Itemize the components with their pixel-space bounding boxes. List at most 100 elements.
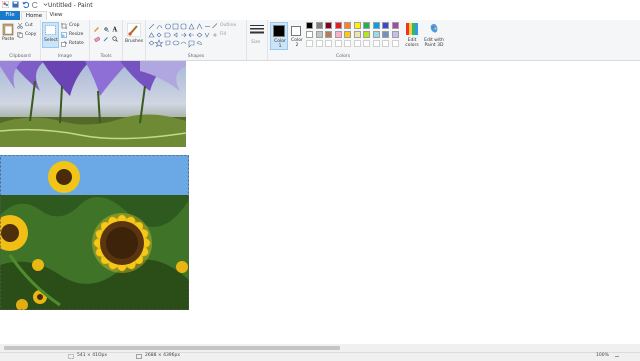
palette-swatch[interactable] xyxy=(382,31,389,38)
color-picker-icon[interactable] xyxy=(103,36,109,42)
color2-swatch xyxy=(291,26,301,36)
color1-button[interactable]: Color 1 xyxy=(270,22,288,50)
sunflower-image[interactable] xyxy=(0,155,189,310)
empty-palette-swatch[interactable] xyxy=(315,40,323,47)
empty-palette-swatch[interactable] xyxy=(334,40,342,47)
edit-colors-label: Edit colors xyxy=(405,38,419,48)
iris-flower-image[interactable] xyxy=(0,61,186,147)
palette-swatch[interactable] xyxy=(353,31,361,38)
palette-swatch[interactable] xyxy=(363,31,370,38)
tools-group-label: Tools xyxy=(100,54,112,59)
copy-label: Copy xyxy=(25,32,37,37)
scrollbar-thumb[interactable] xyxy=(4,346,340,350)
palette-swatch[interactable] xyxy=(372,22,380,29)
select-button[interactable]: Select xyxy=(42,22,59,48)
palette-swatch[interactable] xyxy=(382,22,389,29)
horizontal-scrollbar[interactable] xyxy=(0,344,640,352)
palette-swatch[interactable] xyxy=(325,31,332,38)
empty-palette-swatch[interactable] xyxy=(306,40,313,47)
image-size-icon xyxy=(136,354,142,359)
pencil-icon[interactable] xyxy=(94,26,100,32)
save-icon[interactable] xyxy=(12,1,19,8)
quick-access-toolbar xyxy=(2,1,49,8)
color1-label: Color 1 xyxy=(274,39,286,49)
size-button[interactable]: Size xyxy=(249,23,265,47)
color1-swatch xyxy=(273,25,285,37)
palette-swatch[interactable] xyxy=(306,22,313,29)
edit-colors-button[interactable]: Edit colors xyxy=(403,22,421,52)
empty-palette-swatch[interactable] xyxy=(325,40,332,47)
select-label: Select xyxy=(44,38,58,43)
shapes-gallery[interactable] xyxy=(148,23,210,49)
outline-icon xyxy=(212,23,218,29)
undo-icon[interactable] xyxy=(22,1,29,8)
zoom-level: 100% xyxy=(596,353,609,358)
line-size-icon xyxy=(250,25,264,34)
redo-icon[interactable] xyxy=(32,1,39,8)
color-palette xyxy=(306,22,406,52)
fill-icon xyxy=(213,33,217,37)
paste-button[interactable]: Paste xyxy=(2,22,14,44)
edit-with-paint3d-label: Edit with Paint 3D xyxy=(424,38,444,48)
zoom-out-icon[interactable] xyxy=(614,354,620,359)
outline-label: Outline xyxy=(220,23,237,28)
palette-swatch[interactable] xyxy=(363,22,370,29)
eraser-icon[interactable] xyxy=(94,36,100,42)
rotate-icon xyxy=(61,41,67,47)
palette-swatch[interactable] xyxy=(372,31,380,38)
ribbon: Paste Cut Copy Clipboard Select Crop Res… xyxy=(0,20,640,61)
brush-icon xyxy=(127,23,141,37)
tab-file[interactable]: File xyxy=(0,11,20,20)
paint-app-icon xyxy=(2,1,9,8)
empty-palette-swatch[interactable] xyxy=(391,40,399,47)
scissors-icon xyxy=(17,23,23,29)
text-tool-icon[interactable]: A xyxy=(112,26,118,33)
empty-palette-swatch[interactable] xyxy=(372,40,380,47)
paste-label: Paste xyxy=(2,37,15,42)
palette-swatch[interactable] xyxy=(315,31,323,38)
clipboard-group-label: Clipboard xyxy=(9,54,31,59)
palette-swatch[interactable] xyxy=(306,31,313,38)
brushes-button[interactable]: Brushes xyxy=(124,22,144,46)
colors-group: Color 1 Color 2 Edit colors Edit with Pa… xyxy=(268,20,448,60)
clipboard-group: Paste Cut Copy Clipboard xyxy=(0,20,41,60)
magnifier-icon[interactable] xyxy=(112,36,118,42)
palette-swatch[interactable] xyxy=(334,22,342,29)
palette-swatch[interactable] xyxy=(344,22,351,29)
paint3d-icon xyxy=(430,24,438,33)
palette-swatch[interactable] xyxy=(391,31,399,38)
palette-swatch[interactable] xyxy=(344,31,351,38)
palette-swatch[interactable] xyxy=(353,22,361,29)
palette-swatch[interactable] xyxy=(315,22,323,29)
edit-with-paint3d-button[interactable]: Edit with Paint 3D xyxy=(423,22,445,52)
image-group-label: Image xyxy=(57,54,73,59)
tab-view[interactable]: View xyxy=(46,11,66,20)
paste-icon xyxy=(2,23,14,36)
copy-icon xyxy=(17,32,23,38)
palette-swatch[interactable] xyxy=(325,22,332,29)
select-icon xyxy=(45,25,56,35)
empty-palette-swatch[interactable] xyxy=(363,40,370,47)
selection-size-text: 541 × 41Opx xyxy=(77,353,108,358)
shapes-group-label: Shapes xyxy=(187,54,205,59)
crop-icon xyxy=(61,23,67,29)
edit-colors-icon xyxy=(406,23,418,35)
palette-swatch[interactable] xyxy=(391,22,399,29)
window-title: Untitled - Paint xyxy=(48,2,93,9)
fill-label: Fill xyxy=(220,32,227,37)
size-group: Size xyxy=(247,20,268,60)
canvas-area[interactable] xyxy=(0,61,640,344)
brushes-group: Brushes xyxy=(123,20,146,60)
color2-button[interactable]: Color 2 xyxy=(289,22,305,50)
resize-icon xyxy=(61,32,67,38)
empty-palette-swatch[interactable] xyxy=(382,40,389,47)
color2-label: Color 2 xyxy=(291,38,303,48)
image-size-text: 2688 × 4396px xyxy=(145,353,181,358)
resize-label: Resize xyxy=(69,32,84,37)
fill-bucket-icon[interactable] xyxy=(103,26,109,32)
palette-swatch[interactable] xyxy=(334,31,342,38)
brushes-label: Brushes xyxy=(125,39,144,44)
empty-palette-swatch[interactable] xyxy=(353,40,361,47)
empty-palette-swatch[interactable] xyxy=(344,40,351,47)
tools-group: A Tools xyxy=(90,20,123,60)
